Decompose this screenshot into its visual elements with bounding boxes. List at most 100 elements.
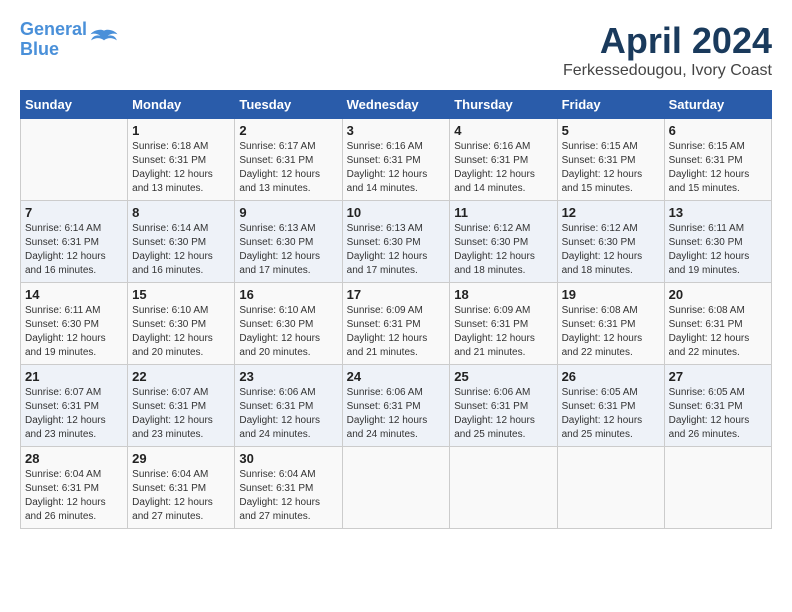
calendar-week-row: 28 Sunrise: 6:04 AM Sunset: 6:31 PM Dayl… — [21, 447, 772, 529]
day-number: 15 — [132, 287, 230, 302]
calendar-cell: 13 Sunrise: 6:11 AM Sunset: 6:30 PM Dayl… — [664, 201, 771, 283]
day-number: 25 — [454, 369, 552, 384]
day-number: 7 — [25, 205, 123, 220]
calendar-cell: 28 Sunrise: 6:04 AM Sunset: 6:31 PM Dayl… — [21, 447, 128, 529]
calendar-cell: 27 Sunrise: 6:05 AM Sunset: 6:31 PM Dayl… — [664, 365, 771, 447]
day-info: Sunrise: 6:16 AM Sunset: 6:31 PM Dayligh… — [347, 140, 446, 196]
logo-bird-icon — [89, 25, 119, 55]
day-info: Sunrise: 6:06 AM Sunset: 6:31 PM Dayligh… — [454, 386, 552, 442]
calendar-table: SundayMondayTuesdayWednesdayThursdayFrid… — [20, 90, 772, 529]
day-info: Sunrise: 6:05 AM Sunset: 6:31 PM Dayligh… — [669, 386, 767, 442]
day-number: 28 — [25, 451, 123, 466]
title-block: April 2024 Ferkessedougou, Ivory Coast — [563, 20, 772, 80]
calendar-cell: 2 Sunrise: 6:17 AM Sunset: 6:31 PM Dayli… — [235, 119, 342, 201]
day-number: 1 — [132, 123, 230, 138]
day-info: Sunrise: 6:11 AM Sunset: 6:30 PM Dayligh… — [669, 222, 767, 278]
calendar-cell: 8 Sunrise: 6:14 AM Sunset: 6:30 PM Dayli… — [128, 201, 235, 283]
logo: GeneralBlue — [20, 20, 119, 60]
calendar-cell — [557, 447, 664, 529]
day-number: 14 — [25, 287, 123, 302]
calendar-cell: 19 Sunrise: 6:08 AM Sunset: 6:31 PM Dayl… — [557, 283, 664, 365]
day-number: 20 — [669, 287, 767, 302]
day-info: Sunrise: 6:07 AM Sunset: 6:31 PM Dayligh… — [25, 386, 123, 442]
day-number: 24 — [347, 369, 446, 384]
month-title: April 2024 — [563, 20, 772, 62]
calendar-cell: 30 Sunrise: 6:04 AM Sunset: 6:31 PM Dayl… — [235, 447, 342, 529]
calendar-cell: 4 Sunrise: 6:16 AM Sunset: 6:31 PM Dayli… — [450, 119, 557, 201]
day-info: Sunrise: 6:05 AM Sunset: 6:31 PM Dayligh… — [562, 386, 660, 442]
calendar-cell: 12 Sunrise: 6:12 AM Sunset: 6:30 PM Dayl… — [557, 201, 664, 283]
location-subtitle: Ferkessedougou, Ivory Coast — [563, 62, 772, 80]
header-day-friday: Friday — [557, 91, 664, 119]
day-info: Sunrise: 6:14 AM Sunset: 6:30 PM Dayligh… — [132, 222, 230, 278]
calendar-cell — [664, 447, 771, 529]
day-number: 27 — [669, 369, 767, 384]
day-number: 4 — [454, 123, 552, 138]
day-number: 5 — [562, 123, 660, 138]
day-number: 21 — [25, 369, 123, 384]
day-info: Sunrise: 6:13 AM Sunset: 6:30 PM Dayligh… — [239, 222, 337, 278]
day-info: Sunrise: 6:15 AM Sunset: 6:31 PM Dayligh… — [562, 140, 660, 196]
day-number: 30 — [239, 451, 337, 466]
day-info: Sunrise: 6:11 AM Sunset: 6:30 PM Dayligh… — [25, 304, 123, 360]
day-info: Sunrise: 6:09 AM Sunset: 6:31 PM Dayligh… — [347, 304, 446, 360]
calendar-cell: 6 Sunrise: 6:15 AM Sunset: 6:31 PM Dayli… — [664, 119, 771, 201]
calendar-cell: 15 Sunrise: 6:10 AM Sunset: 6:30 PM Dayl… — [128, 283, 235, 365]
calendar-cell: 23 Sunrise: 6:06 AM Sunset: 6:31 PM Dayl… — [235, 365, 342, 447]
day-number: 2 — [239, 123, 337, 138]
day-number: 6 — [669, 123, 767, 138]
day-info: Sunrise: 6:08 AM Sunset: 6:31 PM Dayligh… — [562, 304, 660, 360]
day-info: Sunrise: 6:13 AM Sunset: 6:30 PM Dayligh… — [347, 222, 446, 278]
day-number: 12 — [562, 205, 660, 220]
calendar-week-row: 1 Sunrise: 6:18 AM Sunset: 6:31 PM Dayli… — [21, 119, 772, 201]
day-info: Sunrise: 6:07 AM Sunset: 6:31 PM Dayligh… — [132, 386, 230, 442]
calendar-cell: 21 Sunrise: 6:07 AM Sunset: 6:31 PM Dayl… — [21, 365, 128, 447]
day-number: 17 — [347, 287, 446, 302]
calendar-cell: 14 Sunrise: 6:11 AM Sunset: 6:30 PM Dayl… — [21, 283, 128, 365]
day-info: Sunrise: 6:12 AM Sunset: 6:30 PM Dayligh… — [454, 222, 552, 278]
day-info: Sunrise: 6:06 AM Sunset: 6:31 PM Dayligh… — [239, 386, 337, 442]
header-day-tuesday: Tuesday — [235, 91, 342, 119]
logo-text: GeneralBlue — [20, 20, 87, 60]
day-info: Sunrise: 6:10 AM Sunset: 6:30 PM Dayligh… — [239, 304, 337, 360]
day-number: 26 — [562, 369, 660, 384]
day-number: 9 — [239, 205, 337, 220]
calendar-cell: 26 Sunrise: 6:05 AM Sunset: 6:31 PM Dayl… — [557, 365, 664, 447]
day-info: Sunrise: 6:18 AM Sunset: 6:31 PM Dayligh… — [132, 140, 230, 196]
calendar-cell: 20 Sunrise: 6:08 AM Sunset: 6:31 PM Dayl… — [664, 283, 771, 365]
calendar-cell: 9 Sunrise: 6:13 AM Sunset: 6:30 PM Dayli… — [235, 201, 342, 283]
page-header: GeneralBlue April 2024 Ferkessedougou, I… — [20, 20, 772, 80]
header-day-sunday: Sunday — [21, 91, 128, 119]
day-info: Sunrise: 6:17 AM Sunset: 6:31 PM Dayligh… — [239, 140, 337, 196]
calendar-cell: 7 Sunrise: 6:14 AM Sunset: 6:31 PM Dayli… — [21, 201, 128, 283]
calendar-cell — [450, 447, 557, 529]
day-info: Sunrise: 6:04 AM Sunset: 6:31 PM Dayligh… — [239, 468, 337, 524]
day-info: Sunrise: 6:06 AM Sunset: 6:31 PM Dayligh… — [347, 386, 446, 442]
calendar-cell: 10 Sunrise: 6:13 AM Sunset: 6:30 PM Dayl… — [342, 201, 450, 283]
header-day-thursday: Thursday — [450, 91, 557, 119]
calendar-cell — [342, 447, 450, 529]
calendar-cell: 29 Sunrise: 6:04 AM Sunset: 6:31 PM Dayl… — [128, 447, 235, 529]
day-number: 3 — [347, 123, 446, 138]
calendar-cell: 24 Sunrise: 6:06 AM Sunset: 6:31 PM Dayl… — [342, 365, 450, 447]
day-number: 29 — [132, 451, 230, 466]
calendar-cell: 16 Sunrise: 6:10 AM Sunset: 6:30 PM Dayl… — [235, 283, 342, 365]
calendar-week-row: 14 Sunrise: 6:11 AM Sunset: 6:30 PM Dayl… — [21, 283, 772, 365]
day-info: Sunrise: 6:04 AM Sunset: 6:31 PM Dayligh… — [25, 468, 123, 524]
day-number: 22 — [132, 369, 230, 384]
calendar-week-row: 7 Sunrise: 6:14 AM Sunset: 6:31 PM Dayli… — [21, 201, 772, 283]
day-info: Sunrise: 6:04 AM Sunset: 6:31 PM Dayligh… — [132, 468, 230, 524]
calendar-cell: 11 Sunrise: 6:12 AM Sunset: 6:30 PM Dayl… — [450, 201, 557, 283]
day-info: Sunrise: 6:08 AM Sunset: 6:31 PM Dayligh… — [669, 304, 767, 360]
calendar-cell: 5 Sunrise: 6:15 AM Sunset: 6:31 PM Dayli… — [557, 119, 664, 201]
calendar-cell: 18 Sunrise: 6:09 AM Sunset: 6:31 PM Dayl… — [450, 283, 557, 365]
calendar-cell: 22 Sunrise: 6:07 AM Sunset: 6:31 PM Dayl… — [128, 365, 235, 447]
day-number: 11 — [454, 205, 552, 220]
calendar-cell: 3 Sunrise: 6:16 AM Sunset: 6:31 PM Dayli… — [342, 119, 450, 201]
day-number: 23 — [239, 369, 337, 384]
day-number: 13 — [669, 205, 767, 220]
day-info: Sunrise: 6:16 AM Sunset: 6:31 PM Dayligh… — [454, 140, 552, 196]
day-number: 18 — [454, 287, 552, 302]
calendar-cell: 17 Sunrise: 6:09 AM Sunset: 6:31 PM Dayl… — [342, 283, 450, 365]
header-day-monday: Monday — [128, 91, 235, 119]
